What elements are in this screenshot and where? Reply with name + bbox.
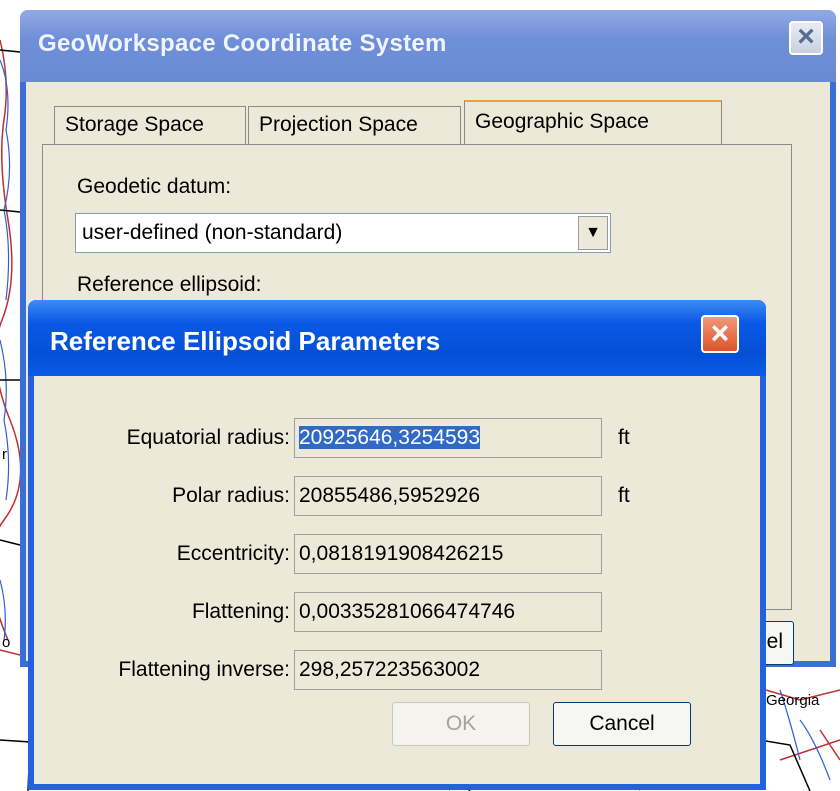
equatorial-radius-value: 20925646,3254593 xyxy=(299,426,481,449)
equatorial-radius-field[interactable]: 20925646,3254593 xyxy=(294,418,602,458)
polar-radius-unit: ft xyxy=(618,484,630,507)
ok-button[interactable]: OK xyxy=(392,702,530,746)
geodetic-datum-select[interactable]: user-defined (non-standard) ▼ xyxy=(75,213,611,253)
equatorial-radius-label: Equatorial radius: xyxy=(126,426,290,449)
eccentricity-label: Eccentricity: xyxy=(176,542,290,565)
polar-radius-field[interactable]: 20855486,5952926 xyxy=(294,476,602,516)
flattening-inverse-label: Flattening inverse: xyxy=(118,658,290,681)
dialog-title: Reference Ellipsoid Parameters xyxy=(50,326,441,356)
tab-projection-space[interactable]: Projection Space xyxy=(248,106,461,144)
eccentricity-field[interactable]: 0,0818191908426215 xyxy=(294,534,602,574)
map-label-georgia: Georgia xyxy=(766,692,820,709)
dialog-client: Equatorial radius: 20925646,3254593 ft P… xyxy=(34,376,760,784)
reference-ellipsoid-label: Reference ellipsoid: xyxy=(77,273,262,296)
cancel-button[interactable]: Cancel xyxy=(553,702,691,746)
chevron-down-icon[interactable]: ▼ xyxy=(578,216,608,250)
map-label-fragment: o xyxy=(2,634,11,651)
tab-geographic-space[interactable]: Geographic Space xyxy=(464,100,722,146)
flattening-label: Flattening: xyxy=(191,600,290,623)
back-window-titlebar[interactable]: GeoWorkspace Coordinate System × xyxy=(20,10,836,82)
equatorial-radius-unit: ft xyxy=(618,426,630,449)
reference-ellipsoid-parameters-dialog: Reference Ellipsoid Parameters × Equator… xyxy=(28,300,766,790)
flattening-inverse-field[interactable]: 298,257223563002 xyxy=(294,650,602,690)
polar-radius-label: Polar radius: xyxy=(172,484,290,507)
tab-storage-space[interactable]: Storage Space xyxy=(54,106,246,144)
back-window-title: GeoWorkspace Coordinate System xyxy=(38,30,447,57)
map-label-fragment-2: r xyxy=(2,446,7,463)
geodetic-datum-label: Geodetic datum: xyxy=(77,175,232,198)
flattening-field[interactable]: 0,00335281066474746 xyxy=(294,592,602,632)
dialog-titlebar[interactable]: Reference Ellipsoid Parameters × xyxy=(28,300,766,376)
back-window-close-icon[interactable]: × xyxy=(789,21,823,55)
geodetic-datum-value: user-defined (non-standard) xyxy=(82,221,343,244)
dialog-close-icon[interactable]: × xyxy=(701,315,739,353)
